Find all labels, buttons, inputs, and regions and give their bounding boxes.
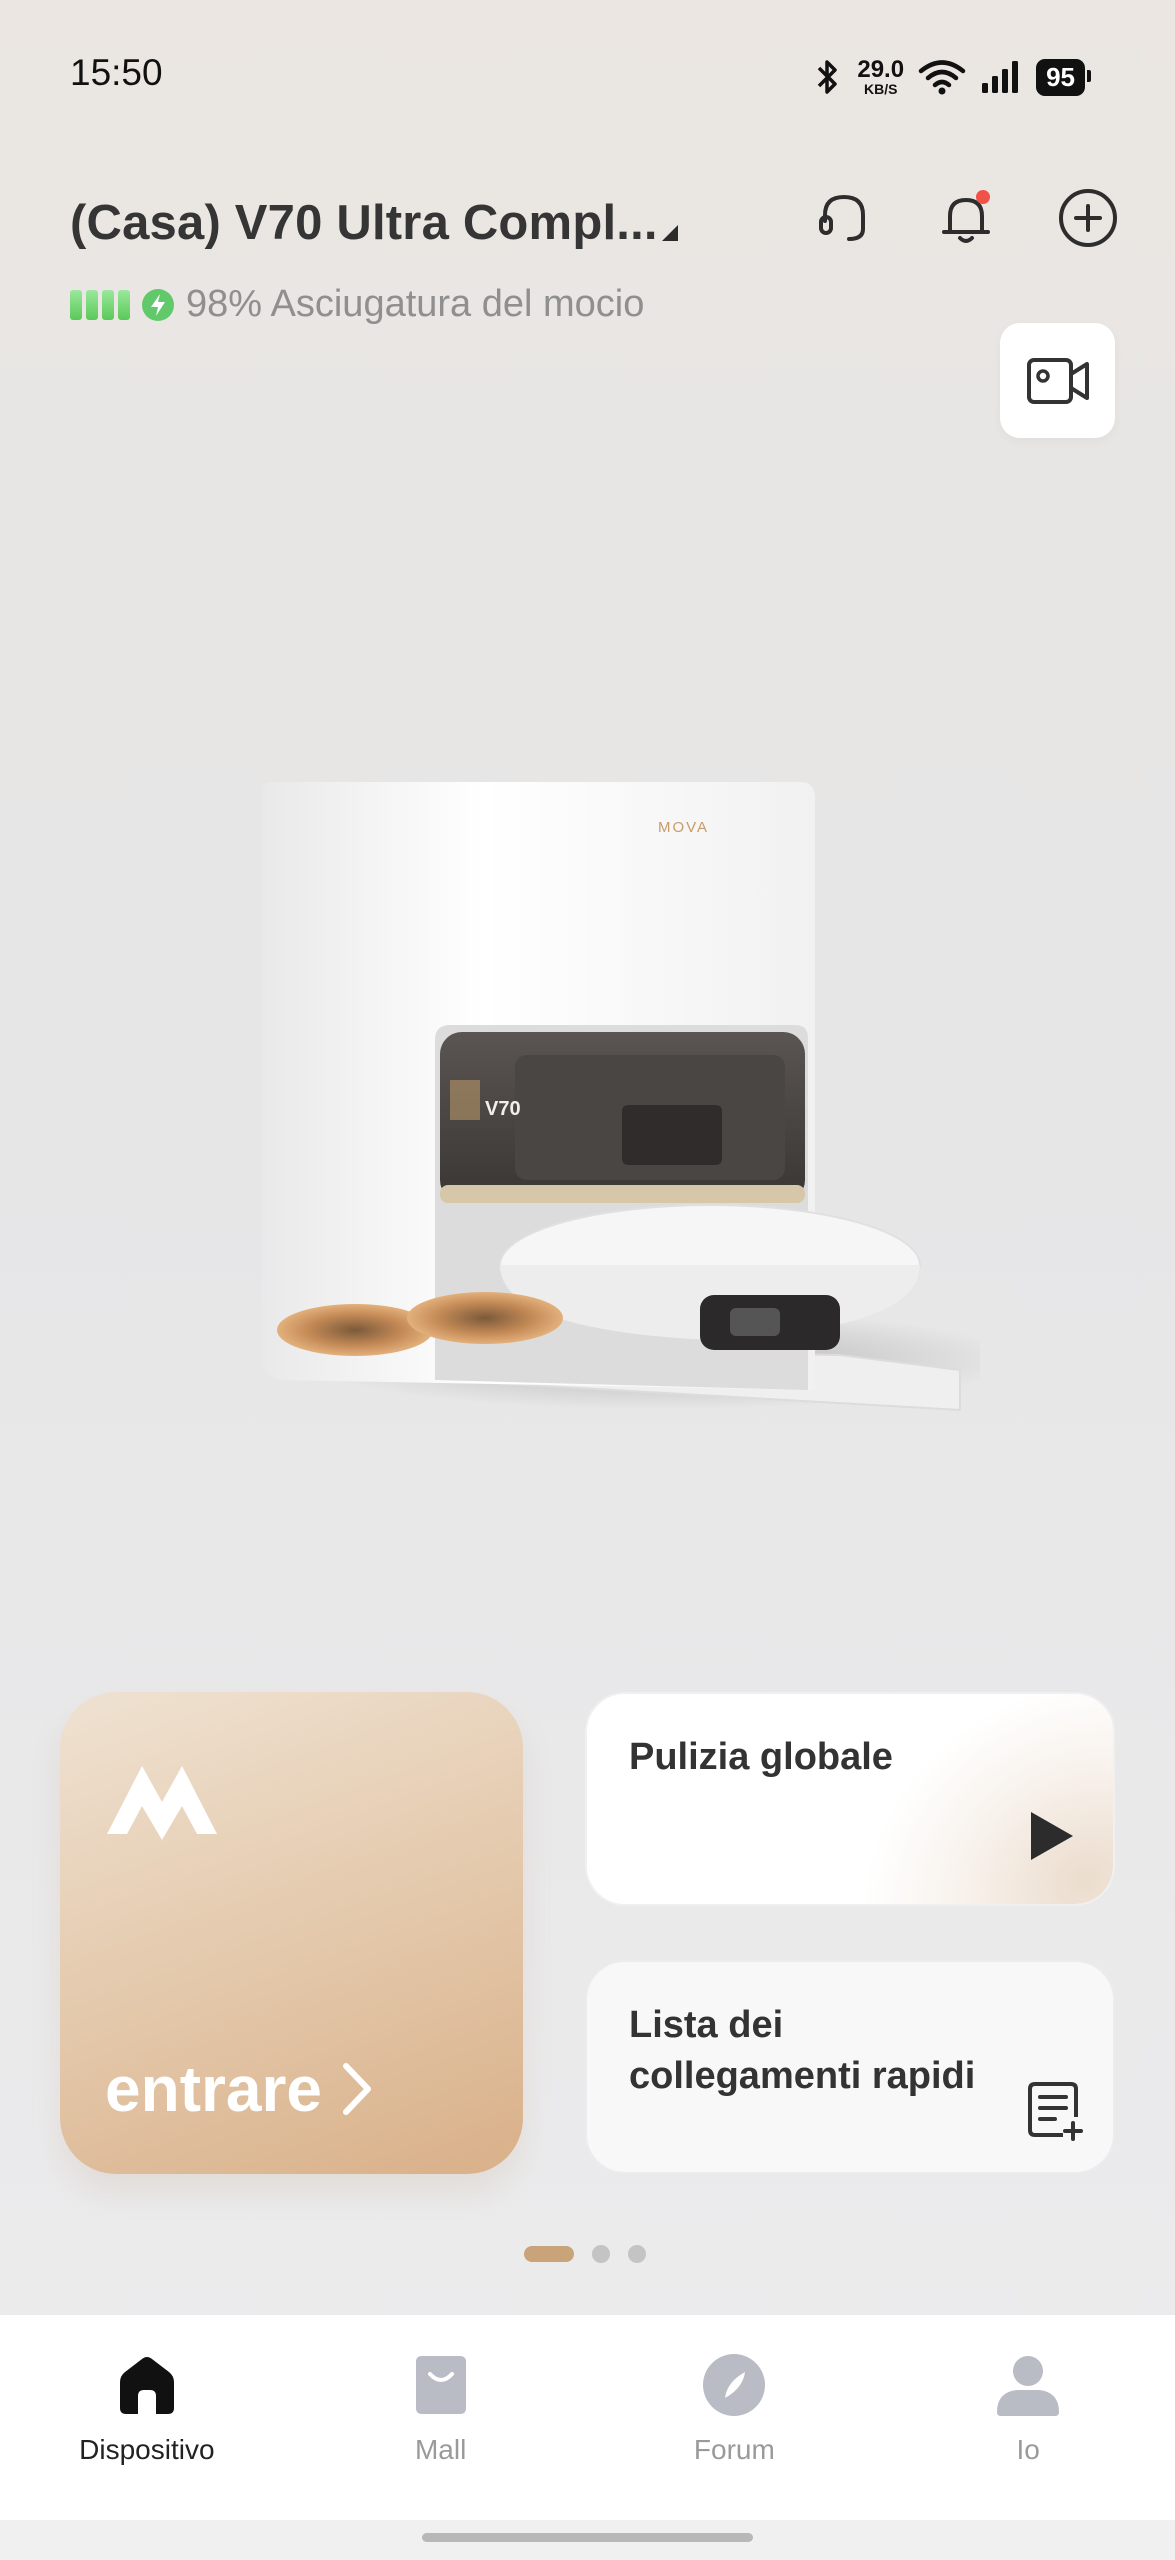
status-icons: 29.0 KB/S 95 — [813, 52, 1091, 102]
mova-logo — [102, 1754, 222, 1849]
video-camera-icon — [1026, 357, 1089, 404]
home-icon — [119, 2357, 174, 2414]
page-dot — [628, 2245, 646, 2263]
list-add-icon[interactable] — [1025, 2079, 1085, 2146]
video-camera-button[interactable] — [1000, 323, 1115, 438]
quick-links-card[interactable]: Lista dei collegamenti rapidi — [585, 1960, 1115, 2174]
product-image[interactable]: MOVA V70 — [240, 770, 1020, 1470]
notification-bell-icon[interactable] — [934, 186, 998, 250]
nav-label: Dispositivo — [79, 2434, 215, 2465]
notification-badge — [976, 190, 990, 204]
status-time: 15:50 — [70, 52, 163, 93]
compass-icon — [703, 2354, 766, 2416]
enter-card[interactable]: entrare — [60, 1692, 523, 2174]
support-headset-icon[interactable] — [812, 186, 876, 250]
signal-icon — [982, 61, 1019, 93]
charging-icon — [142, 288, 174, 321]
page-dot — [592, 2245, 610, 2263]
shopping-bag-icon — [415, 2356, 466, 2414]
home-indicator[interactable] — [422, 2533, 753, 2542]
battery-level-icon — [70, 289, 130, 320]
device-selector[interactable]: (Casa) V70 Ultra Compl... — [70, 195, 658, 251]
nav-label: Forum — [693, 2434, 775, 2465]
bluetooth-icon — [818, 60, 838, 94]
global-clean-title: Pulizia globale — [629, 1736, 893, 1778]
bottom-nav: Dispositivo Mall Forum Io — [0, 2315, 1175, 2520]
nav-item-mall[interactable]: Mall — [294, 2315, 588, 2520]
nav-item-forum[interactable]: Forum — [588, 2315, 882, 2520]
brand-mark: MOVA — [658, 819, 709, 836]
battery-icon: 95 — [1036, 58, 1091, 96]
model-badge: V70 — [485, 1098, 521, 1120]
status-text: 98% Asciugatura del mocio — [186, 283, 645, 325]
device-status: 98% Asciugatura del mocio — [70, 283, 644, 326]
add-device-icon[interactable] — [1056, 186, 1120, 250]
chevron-right-icon — [343, 2063, 371, 2115]
nav-label: Io — [1016, 2434, 1040, 2465]
quick-links-title: Lista dei collegamenti rapidi — [629, 2004, 976, 2097]
dropdown-arrow-icon[interactable] — [662, 225, 678, 241]
play-icon[interactable] — [1027, 1809, 1075, 1868]
page-indicator — [524, 2245, 646, 2263]
global-clean-card[interactable]: Pulizia globale — [585, 1692, 1115, 1906]
network-speed: 29.0 KB/S — [857, 56, 905, 97]
wifi-icon — [918, 60, 966, 95]
nav-item-io[interactable]: Io — [881, 2315, 1175, 2520]
nav-item-dispositivo[interactable]: Dispositivo — [0, 2315, 294, 2520]
enter-button[interactable]: entrare — [105, 2052, 374, 2126]
nav-label: Mall — [414, 2434, 467, 2465]
profile-icon — [997, 2356, 1060, 2416]
enter-label: entrare — [105, 2053, 322, 2125]
page-dot-active — [524, 2246, 574, 2262]
